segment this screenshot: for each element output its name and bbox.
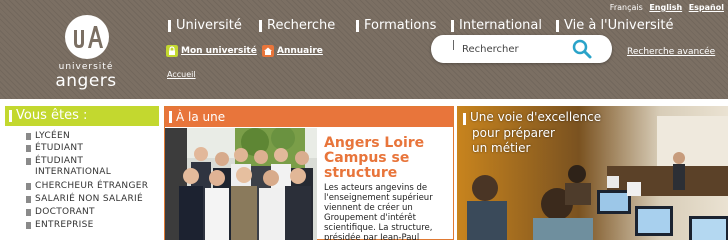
audience-item-lyceen[interactable]: Lycéen bbox=[5, 131, 159, 143]
nav-universite[interactable]: Université bbox=[168, 17, 242, 35]
site-header: université angers Français English Españ… bbox=[0, 0, 728, 101]
language-switcher: Français English Español bbox=[606, 3, 724, 12]
home-link[interactable]: Accueil bbox=[167, 70, 196, 79]
promo-banner[interactable]: Une voie d'excellence pour préparer un m… bbox=[457, 106, 728, 240]
audience-item-etudiant[interactable]: Étudiant bbox=[5, 143, 159, 156]
main-content: Vous êtes : Lycéen Étudiant Étudiant int… bbox=[0, 103, 728, 240]
search-box bbox=[431, 35, 612, 63]
advanced-search-link[interactable]: Recherche avancée bbox=[627, 47, 715, 57]
nav-vie-universite[interactable]: Vie à l'Université bbox=[556, 17, 674, 35]
annuaire-link[interactable]: Annuaire bbox=[277, 46, 323, 56]
news-panel-title: À la une bbox=[165, 107, 453, 127]
audience-item-salarie[interactable]: Salarié non salarié bbox=[5, 194, 159, 207]
university-logo[interactable]: université angers bbox=[42, 14, 130, 91]
audience-panel: Vous êtes : Lycéen Étudiant Étudiant int… bbox=[5, 106, 159, 240]
lang-espanol[interactable]: Español bbox=[689, 3, 724, 12]
promo-text-line1: Une voie d'excellence bbox=[470, 110, 602, 124]
directory-icon bbox=[262, 45, 274, 57]
search-input[interactable] bbox=[462, 41, 570, 57]
ua-logo-icon bbox=[65, 15, 109, 59]
nav-recherche[interactable]: Recherche bbox=[259, 17, 335, 35]
mon-universite-link[interactable]: Mon université bbox=[181, 46, 257, 56]
nav-formations[interactable]: Formations bbox=[356, 17, 436, 35]
search-icon[interactable] bbox=[570, 38, 594, 60]
audience-item-etudiant-international[interactable]: Étudiant international bbox=[5, 156, 145, 181]
promo-title-marker bbox=[463, 113, 466, 125]
news-summary: Les acteurs angevins de l'enseignement s… bbox=[324, 183, 433, 240]
promo-text-line3: un métier bbox=[472, 141, 531, 155]
nav-international[interactable]: International bbox=[451, 17, 542, 35]
audience-list: Lycéen Étudiant Étudiant international C… bbox=[5, 131, 159, 233]
logo-text: angers bbox=[55, 71, 117, 91]
news-panel: À la une Angers Loire Campus se structur… bbox=[164, 106, 454, 240]
news-group-photo[interactable] bbox=[165, 128, 317, 240]
lock-icon bbox=[166, 45, 178, 57]
audience-panel-title: Vous êtes : bbox=[5, 106, 159, 126]
text-cursor bbox=[453, 40, 454, 50]
lang-english[interactable]: English bbox=[649, 3, 682, 12]
audience-item-chercheur-etranger[interactable]: Chercheur étranger bbox=[5, 181, 159, 194]
audience-item-entreprise[interactable]: Entreprise bbox=[5, 220, 159, 233]
news-headline[interactable]: Angers Loire Campus se structure bbox=[324, 136, 452, 181]
lang-current: Français bbox=[609, 3, 643, 12]
audience-item-doctorant[interactable]: Doctorant bbox=[5, 207, 159, 220]
promo-text-line2: pour préparer bbox=[472, 126, 555, 140]
